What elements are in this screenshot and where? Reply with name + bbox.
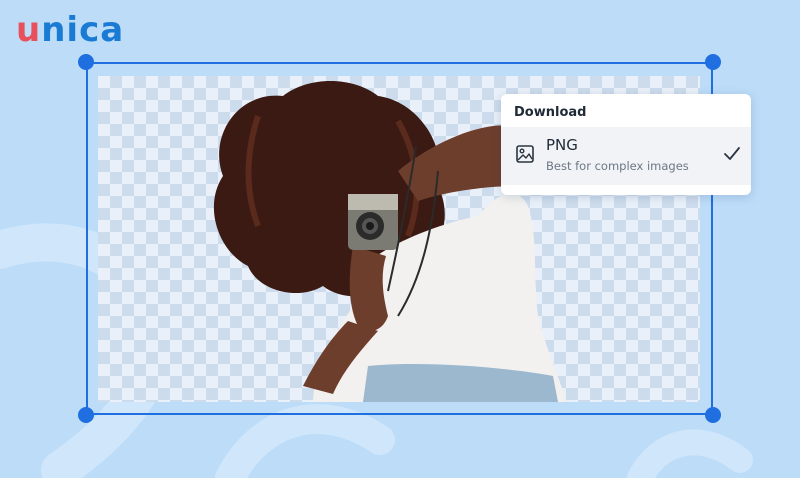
download-title: Download — [514, 105, 587, 120]
logo-letters-nica: nica — [41, 10, 125, 50]
checkmark-icon — [724, 147, 740, 160]
resize-handle-top-right[interactable] — [705, 54, 721, 70]
png-option-name: PNG — [546, 136, 578, 154]
png-option-description: Best for complex images — [546, 159, 689, 173]
image-icon — [516, 145, 534, 163]
unica-logo: u nica — [16, 10, 124, 50]
resize-handle-bottom-right[interactable] — [705, 407, 721, 423]
download-popover: Download PNG Best for complex images — [501, 94, 751, 195]
resize-handle-bottom-left[interactable] — [78, 407, 94, 423]
png-option[interactable]: PNG Best for complex images — [501, 127, 751, 185]
resize-handle-top-left[interactable] — [78, 54, 94, 70]
logo-letter-u: u — [16, 10, 42, 50]
